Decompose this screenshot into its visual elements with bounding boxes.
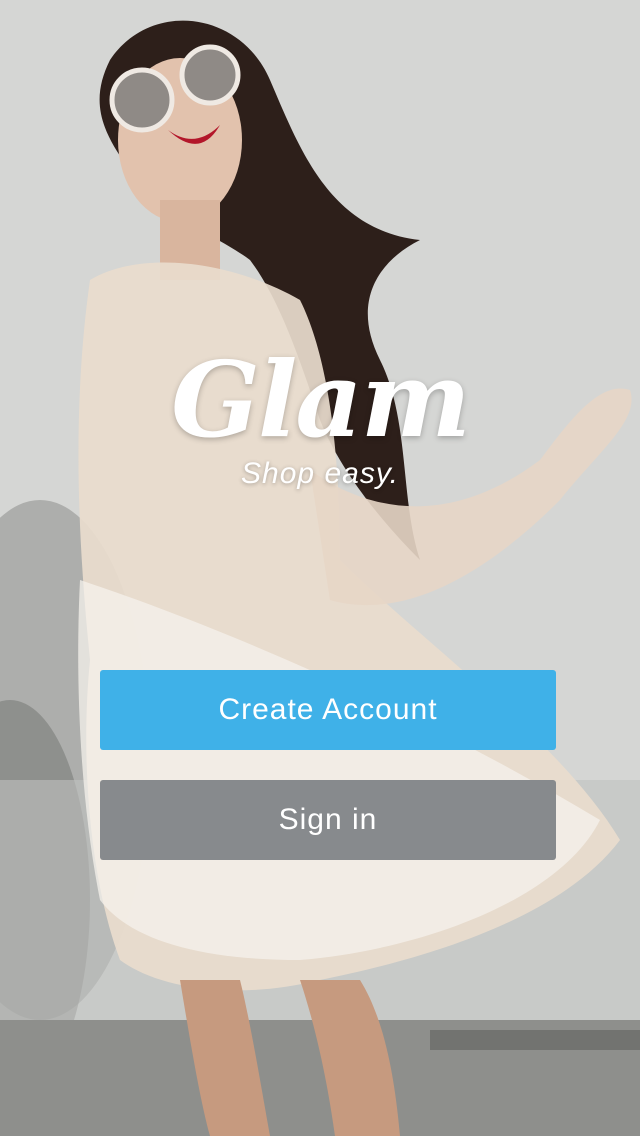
logo-block: Glam Shop easy. <box>0 340 640 492</box>
background-photo <box>0 0 640 1136</box>
app-logo: Glam <box>171 338 471 461</box>
sign-in-button[interactable]: Sign in <box>100 780 556 860</box>
create-account-button[interactable]: Create Account <box>100 670 556 750</box>
welcome-screen: Glam Shop easy. Create Account Sign in <box>0 0 640 1136</box>
app-tagline: Shop easy. <box>241 457 399 490</box>
